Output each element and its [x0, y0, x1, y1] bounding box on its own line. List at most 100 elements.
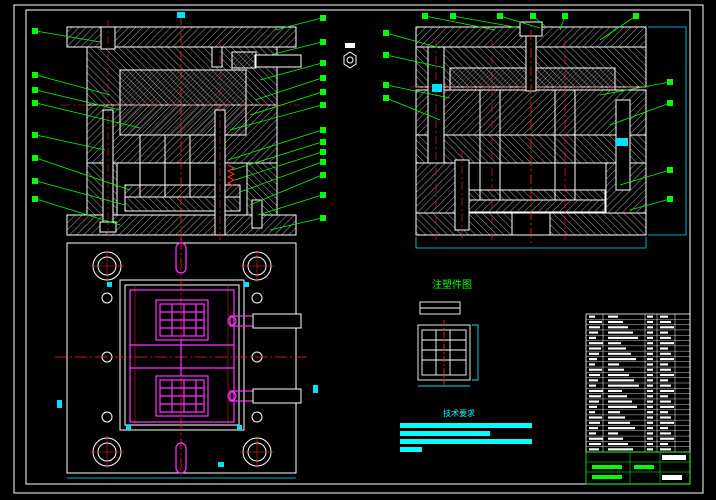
parts-list-cell-mark	[647, 448, 653, 451]
parts-list-cell-mark	[608, 389, 622, 393]
parts-list-cell-mark	[647, 442, 653, 446]
parts-list-cell-mark	[660, 389, 674, 393]
parts-list-cell-mark	[589, 384, 596, 387]
plan-view	[55, 238, 318, 479]
parts-list-cell-mark	[589, 389, 603, 393]
inset-title: 注塑件图	[432, 278, 472, 291]
parts-list-cell-mark	[589, 379, 598, 382]
parts-list-cell-mark	[589, 411, 595, 414]
parts-list-cell-mark	[589, 416, 602, 419]
parts-list-cell-mark	[589, 427, 598, 430]
parts-list-cell-mark	[660, 437, 674, 440]
parts-list-cell-mark	[660, 363, 668, 366]
parts-list-cell-mark	[660, 331, 668, 334]
side-section-view	[410, 12, 687, 249]
parts-list-cell-mark	[608, 379, 634, 382]
parts-list-cell-mark	[660, 352, 671, 355]
parts-list-cell-mark	[589, 352, 599, 355]
parts-list-cell-mark	[647, 400, 653, 403]
parts-list-cell-mark	[647, 331, 653, 334]
parts-list-cell-mark	[608, 331, 633, 334]
parts-list-cell-mark	[660, 432, 671, 435]
technical-notes	[400, 423, 532, 452]
parts-list-cell-mark	[660, 416, 671, 419]
parts-list-cell-mark	[647, 336, 653, 339]
parts-list-cell-mark	[647, 326, 653, 329]
parts-list-cell-mark	[608, 368, 624, 371]
parts-list-cell-mark	[608, 427, 635, 430]
parts-list-cell-mark	[589, 395, 601, 398]
parts-list-cell-mark	[660, 421, 674, 424]
parts-list-cell-mark	[608, 320, 623, 324]
parts-list-cell-mark	[589, 358, 597, 361]
parts-list-cell-mark	[660, 368, 671, 371]
front-section-view	[60, 12, 357, 240]
parts-list-cell-mark	[660, 347, 668, 350]
parts-list-cell-mark	[608, 358, 636, 361]
parts-list-cell-mark	[608, 315, 618, 318]
cad-drawing-canvas[interactable]: 注塑件图 技术要求	[0, 0, 716, 500]
parts-list-cell-mark	[647, 411, 653, 414]
parts-list-cell-mark	[589, 400, 599, 403]
parts-list-cell-mark	[660, 395, 668, 398]
parts-list-cell-mark	[660, 326, 674, 329]
parts-list-cell-mark	[647, 368, 653, 371]
parts-list-cell-mark	[589, 405, 597, 408]
parts-list-cell-mark	[589, 432, 596, 435]
parts-list-cell-mark	[647, 315, 653, 318]
parts-list-cell-mark	[647, 358, 653, 361]
parts-list-cell-mark	[589, 363, 595, 366]
parts-list-cell-mark	[660, 448, 671, 451]
parts-list-cell-mark	[647, 384, 653, 387]
parts-list-cell-mark	[660, 427, 668, 430]
parts-list-cell-mark	[608, 384, 639, 387]
parts-list-cell-mark	[589, 421, 600, 424]
parts-list-cell-mark	[660, 405, 674, 408]
parts-list-cell-mark	[608, 336, 638, 339]
parts-list-cell-mark	[608, 342, 621, 345]
parts-list-cell-mark	[647, 437, 653, 440]
parts-list-cell-mark	[647, 421, 653, 424]
parts-list-cell-mark	[608, 437, 623, 440]
parts-list-cell-mark	[660, 384, 671, 387]
parts-list-cell-mark	[660, 342, 674, 345]
parts-list-cell-mark	[608, 432, 618, 435]
parts-list-cell-mark	[589, 368, 602, 371]
parts-list-cell-mark	[647, 373, 653, 377]
parts-list-cell-mark	[608, 363, 619, 366]
parts-list-cell-mark	[589, 342, 603, 345]
parts-list-cell-mark	[608, 326, 628, 329]
parts-list	[585, 313, 691, 453]
parts-list-cell-mark	[647, 427, 653, 430]
parts-list-cell-mark	[660, 442, 668, 446]
parts-list-cell-mark	[647, 416, 653, 419]
parts-list-cell-mark	[608, 400, 632, 403]
parts-list-cell-mark	[589, 315, 595, 318]
parts-list-cell-mark	[608, 373, 629, 377]
parts-list-cell-mark	[647, 389, 653, 393]
tech-req-title: 技术要求	[443, 408, 475, 418]
parts-list-cell-mark	[647, 363, 653, 366]
parts-list-cell-mark	[589, 442, 601, 446]
title-block	[585, 451, 691, 485]
parts-list-cell-mark	[589, 320, 602, 324]
parts-list-cell-mark	[660, 315, 668, 318]
parts-list-cell-mark	[608, 395, 627, 398]
parts-list-cell-mark	[608, 442, 628, 446]
parts-list-cell-mark	[608, 411, 620, 414]
parts-list-cell-mark	[660, 411, 668, 414]
parts-list-cell-mark	[660, 320, 671, 324]
parts-list-cell-mark	[589, 347, 601, 350]
parts-list-cell-mark	[589, 336, 596, 339]
parts-list-cell-mark	[647, 379, 653, 382]
parts-list-cell-mark	[647, 432, 653, 435]
parts-list-cell-mark	[589, 448, 599, 451]
parts-list-cell-mark	[660, 373, 674, 377]
parts-list-cell-mark	[589, 373, 600, 377]
parts-list-cell-mark	[608, 352, 631, 355]
parts-list-cell-mark	[589, 331, 598, 334]
parts-list-cell-mark	[589, 437, 603, 440]
parts-list-cell-mark	[647, 320, 653, 324]
parts-list-cell-mark	[660, 336, 671, 339]
parts-list-cell-mark	[608, 405, 637, 408]
